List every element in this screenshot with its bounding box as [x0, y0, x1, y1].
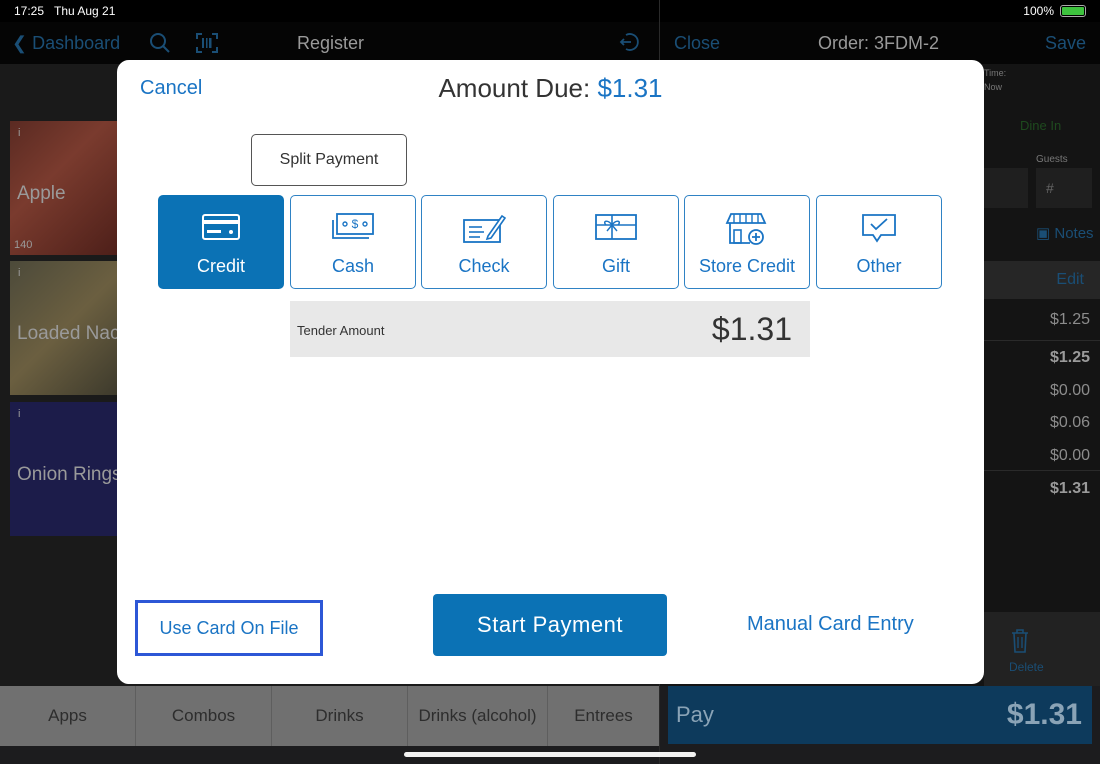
category-tab-drinks-alcohol[interactable]: Drinks (alcohol) [408, 686, 548, 746]
category-tab-apps[interactable]: Apps [0, 686, 136, 746]
tender-store-credit-button[interactable]: Store Credit [684, 195, 810, 289]
pay-label: Pay [676, 702, 714, 727]
chat-check-icon [862, 214, 896, 243]
info-icon: i [18, 408, 21, 420]
dine-in-select[interactable]: Dine In [1020, 118, 1061, 133]
trash-icon [1012, 629, 1028, 653]
status-time: 17:25 [14, 4, 45, 18]
subtotal-value: $1.25 [1049, 349, 1090, 366]
tender-other-button[interactable]: Other [816, 195, 942, 289]
tender-label: Cash [331, 256, 375, 276]
tender-amount-label: Tender Amount [297, 323, 385, 338]
battery-icon [1060, 5, 1086, 17]
use-card-on-file-button[interactable]: Use Card On File [135, 600, 323, 656]
start-payment-button[interactable]: Start Payment [433, 594, 667, 656]
order-list-header: Edit [984, 261, 1100, 299]
category-tab-combos[interactable]: Combos [136, 686, 272, 746]
product-tile-apple[interactable]: i Apple 140 [10, 121, 118, 255]
time-label: Time: [984, 68, 1007, 78]
tender-label: Store Credit [698, 256, 796, 276]
category-bar: Apps Combos Drinks Drinks (alcohol) Entr… [0, 686, 659, 746]
tender-label: Credit [196, 256, 245, 276]
category-tab-drinks[interactable]: Drinks [272, 686, 408, 746]
barcode-scan-icon[interactable] [195, 32, 219, 54]
payment-modal: Cancel Amount Due: $1.31 Split Payment C… [117, 60, 984, 684]
pay-button[interactable]: Pay $1.31 [668, 686, 1092, 744]
product-tile-loaded-nachos[interactable]: i Loaded Nachos [10, 261, 118, 395]
tender-label: Other [856, 256, 902, 276]
svg-text:$: $ [352, 217, 359, 231]
gift-card-icon [595, 214, 637, 240]
tender-check-button[interactable]: Check [421, 195, 547, 289]
product-tile-onion-rings[interactable]: i Onion Rings [10, 402, 118, 536]
tender-label: Gift [601, 256, 630, 276]
register-header: ❮ Dashboard Register [0, 22, 659, 64]
divider [984, 340, 1100, 341]
time-value: Now [984, 82, 1003, 92]
divider [984, 470, 1100, 471]
category-tab-entrees[interactable]: Entrees [548, 686, 659, 746]
info-icon: i [18, 267, 21, 279]
home-indicator[interactable] [404, 752, 696, 757]
back-label: Dashboard [32, 33, 121, 53]
tender-cash-button[interactable]: $ Cash [290, 195, 416, 289]
tender-credit-button[interactable]: Credit [158, 195, 284, 289]
cash-icon: $ [332, 213, 374, 239]
close-order-button[interactable]: Close [674, 33, 720, 54]
back-button[interactable]: ❮ Dashboard [12, 33, 120, 54]
order-field[interactable] [984, 168, 1028, 208]
product-count: 140 [14, 239, 33, 251]
tax-value: $0.06 [1049, 414, 1090, 431]
check-icon [463, 214, 506, 243]
product-name: Loaded Nachos [17, 323, 118, 344]
discount-value: $0.00 [1049, 382, 1090, 399]
order-title: Order: 3FDM-2 [818, 33, 940, 53]
order-header: Close Order: 3FDM-2 Save [660, 22, 1100, 64]
store-icon [725, 213, 767, 245]
search-icon[interactable] [149, 32, 171, 54]
chevron-left-icon: ❮ [12, 33, 28, 53]
credit-card-icon [202, 214, 240, 240]
tip-value: $0.00 [1049, 447, 1090, 464]
status-date: Thu Aug 21 [54, 4, 116, 18]
edit-button[interactable]: Edit [1056, 271, 1084, 289]
notes-label: Notes [1054, 225, 1094, 242]
amount-due-label: Amount Due: [438, 73, 591, 103]
product-name: Apple [17, 183, 66, 204]
tender-amount-value: $1.31 [711, 311, 792, 347]
pay-amount: $1.31 [1006, 698, 1082, 731]
manual-card-entry-button[interactable]: Manual Card Entry [747, 613, 914, 636]
guests-field[interactable]: # [1036, 168, 1092, 208]
guests-placeholder: # [1046, 180, 1054, 196]
product-name: Onion Rings [17, 464, 118, 485]
tender-label: Check [458, 256, 510, 276]
tender-gift-button[interactable]: Gift [553, 195, 679, 289]
tender-amount-row[interactable]: Tender Amount $1.31 [290, 301, 810, 357]
amount-due-value: $1.31 [597, 73, 663, 103]
save-order-button[interactable]: Save [1045, 33, 1086, 54]
split-payment-button[interactable]: Split Payment [251, 134, 407, 186]
order-line-price: $1.25 [1049, 311, 1090, 328]
info-icon: i [18, 127, 21, 139]
register-title: Register [297, 33, 365, 53]
battery-percent: 100% [1023, 4, 1054, 18]
app-screen: 17:25 Thu Aug 21 100% ❮ Dashboard Regist… [0, 0, 1100, 764]
delete-label: Delete [1009, 660, 1044, 674]
notes-button[interactable]: ▣ Notes [1036, 224, 1094, 242]
total-value: $1.31 [1049, 480, 1090, 497]
status-bar: 17:25 Thu Aug 21 100% [0, 0, 1100, 22]
guests-label: Guests [1036, 154, 1068, 165]
sign-out-icon[interactable] [618, 31, 640, 53]
modal-title: Amount Due: $1.31 [117, 73, 984, 104]
delete-button[interactable]: Delete [984, 612, 1100, 686]
note-icon: ▣ [1036, 225, 1051, 242]
